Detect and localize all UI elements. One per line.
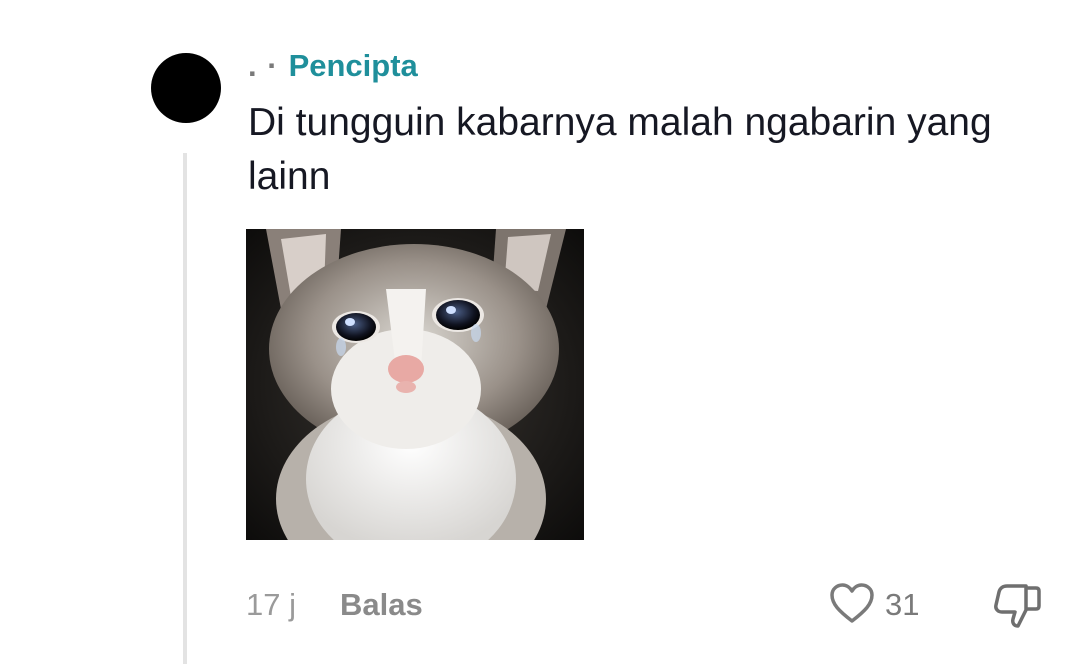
crying-cat-sticker[interactable] [246, 229, 584, 540]
avatar[interactable] [151, 53, 221, 123]
reply-thread-line [183, 153, 187, 664]
thumbs-down-icon[interactable] [990, 582, 1044, 630]
like-count: 31 [885, 587, 920, 622]
comment-header: . · Pencipta [248, 45, 418, 87]
like-button[interactable]: 31 [829, 582, 919, 628]
reply-button[interactable]: Balas [340, 587, 423, 623]
timestamp: 17 j [246, 587, 296, 622]
comment-meta: 17 j Balas [246, 584, 423, 626]
creator-badge: Pencipta [288, 48, 418, 83]
comment-text: Di tungguin kabarnya malah ngabarin yang… [248, 101, 992, 198]
heart-icon[interactable] [829, 582, 875, 629]
username[interactable]: . · [248, 48, 279, 84]
